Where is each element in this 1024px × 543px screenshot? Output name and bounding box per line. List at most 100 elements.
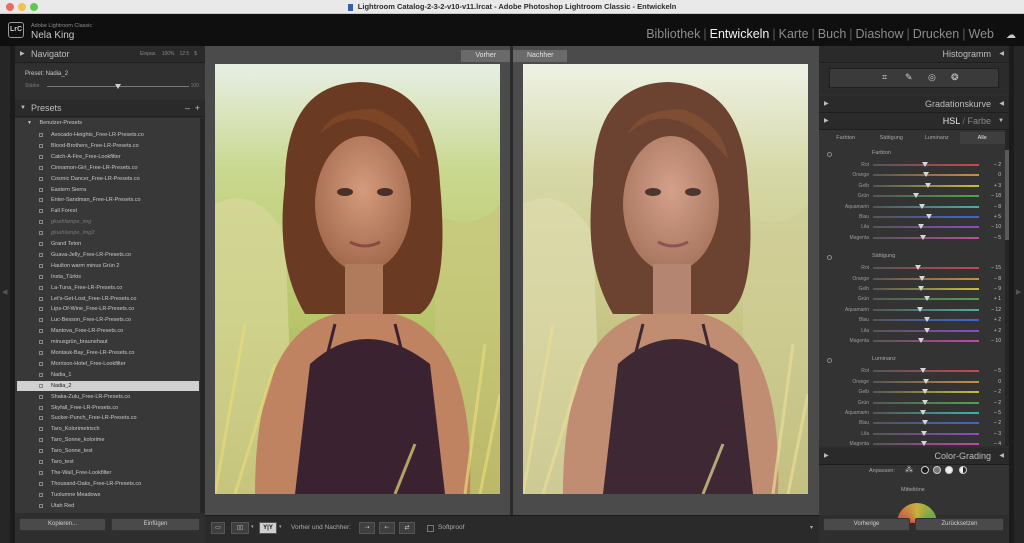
hsl-slider-thumb[interactable]: [924, 317, 931, 323]
module-buch[interactable]: Buch: [816, 27, 849, 41]
right-panel-scroll-thumb[interactable]: [1005, 150, 1009, 240]
preset-item[interactable]: Enter-Sandman_Free-LR-Presets.co: [17, 195, 199, 205]
hsl-slider-track[interactable]: [873, 441, 979, 447]
masking-tool-icon[interactable]: ❂: [951, 72, 959, 83]
preset-item[interactable]: Nadia_2: [17, 380, 199, 391]
before-after-view-button[interactable]: ▯▯: [231, 522, 249, 534]
preset-item[interactable]: Fall Forest: [17, 206, 199, 216]
zoom-window-button[interactable]: [30, 3, 38, 11]
preset-item[interactable]: Grand Teton: [17, 239, 199, 249]
right-panel-toggle[interactable]: ▶: [1014, 46, 1024, 543]
hsl-tab-luminanz[interactable]: Luminanz: [914, 132, 960, 144]
hsl-slider-value[interactable]: + 2: [985, 326, 1001, 336]
hsl-slider-track[interactable]: [873, 172, 979, 178]
preset-item[interactable]: Skyfall_Free-LR-Presets.co: [17, 403, 199, 413]
reset-button[interactable]: Zurücksetzen: [915, 518, 1004, 531]
after-photo[interactable]: [523, 64, 808, 494]
hsl-slider-value[interactable]: – 10: [985, 222, 1001, 232]
preset-item[interactable]: Taro_Sonne_kolorime: [17, 435, 199, 445]
hsl-header[interactable]: ▶ HSL / Farbe ▼: [819, 113, 1009, 130]
hsl-slider-value[interactable]: – 5: [985, 408, 1001, 418]
plus-icon[interactable]: +: [195, 100, 200, 117]
preset-item[interactable]: Tuolumne Meadows: [17, 490, 199, 500]
preset-item[interactable]: Shaka-Zulu_Free-LR-Presets.co: [17, 392, 199, 402]
minimize-window-button[interactable]: [18, 3, 26, 11]
navigator-header[interactable]: ▶ Navigator Einpas. 100% 12.5 $: [15, 46, 205, 63]
crop-tool-icon[interactable]: ⌗: [882, 72, 887, 83]
hsl-slider-thumb[interactable]: [923, 172, 929, 178]
hsl-slider-value[interactable]: + 1: [985, 294, 1001, 304]
red-eye-tool-icon[interactable]: ◎: [928, 72, 936, 83]
presets-list[interactable]: ▼ Benutzer-Presets Avocado-Heights_Free-…: [15, 118, 200, 513]
preset-item[interactable]: Thousand-Oaks_Free-LR-Presets.co: [17, 479, 199, 489]
hsl-slider-value[interactable]: – 8: [985, 202, 1001, 212]
preset-item[interactable]: Taro_test: [17, 457, 199, 467]
hsl-slider-thumb[interactable]: [925, 214, 932, 219]
zoom-option[interactable]: 12.5: [179, 51, 189, 57]
preset-group[interactable]: ▼ Benutzer-Presets: [27, 120, 82, 126]
strength-slider-thumb[interactable]: [115, 84, 121, 89]
hsl-tab-farbton[interactable]: Farbton: [823, 132, 869, 144]
hsl-slider-track[interactable]: [873, 234, 979, 240]
preset-item[interactable]: Lips-Of-Wine_Free-LR-Presets.co: [17, 304, 199, 314]
previous-button[interactable]: Vorherige: [823, 518, 910, 531]
preset-item[interactable]: Utah Red: [17, 501, 199, 511]
hsl-slider-value[interactable]: 0: [985, 377, 1001, 387]
hsl-slider-thumb[interactable]: [918, 203, 925, 209]
preset-item[interactable]: Cosmic Dancer_Free-LR-Presets.co: [17, 174, 199, 184]
swap-button[interactable]: ⇄: [399, 522, 415, 534]
hsl-slider-track[interactable]: [873, 203, 979, 209]
preset-item[interactable]: Cinnamon-Girl_Free-LR-Presets.co: [17, 163, 199, 173]
hsl-slider-thumb[interactable]: [921, 389, 928, 395]
chevron-down-icon[interactable]: ▾: [279, 524, 282, 530]
chevron-down-icon[interactable]: ▾: [251, 524, 254, 530]
preset-item[interactable]: Avocado-Heights_Free-LR-Presets.co: [17, 130, 199, 140]
preset-item[interactable]: gluehlampe_img2: [17, 228, 199, 238]
hsl-slider-thumb[interactable]: [921, 430, 928, 436]
targeted-adjustment-icon[interactable]: [827, 152, 832, 157]
copy-before-to-after-button[interactable]: ⇢: [359, 522, 375, 534]
paste-settings-button[interactable]: Einfügen: [111, 518, 200, 531]
hsl-slider-thumb[interactable]: [920, 368, 927, 374]
hsl-slider-value[interactable]: – 5: [985, 233, 1001, 243]
right-panel-scrollbar[interactable]: [1005, 130, 1009, 446]
before-photo[interactable]: [215, 64, 500, 494]
hsl-tab-sättigung[interactable]: Sättigung: [869, 132, 915, 144]
module-drucken[interactable]: Drucken: [911, 27, 962, 41]
hsl-slider-track[interactable]: [873, 162, 979, 167]
zoom-option[interactable]: Einpas.: [140, 51, 157, 57]
preset-item[interactable]: Luc-Besson_Free-LR-Presets.co: [17, 315, 199, 325]
hsl-slider-thumb[interactable]: [924, 327, 931, 333]
hsl-slider-thumb[interactable]: [923, 378, 929, 384]
hsl-slider-thumb[interactable]: [915, 265, 922, 271]
hsl-slider-thumb[interactable]: [917, 338, 924, 343]
preset-item[interactable]: Taro_Sonne_test: [17, 446, 199, 456]
yy-view-button[interactable]: Y|Y: [259, 522, 277, 534]
preset-item[interactable]: The-Wall_Free-Lookfilter: [17, 468, 199, 478]
zoom-option[interactable]: $: [194, 51, 197, 57]
hsl-slider-thumb[interactable]: [920, 234, 927, 240]
hsl-slider-track[interactable]: [873, 327, 979, 333]
preset-item[interactable]: Haulton warm minus Grün 2: [17, 261, 199, 271]
hsl-slider-track[interactable]: [873, 286, 979, 291]
hsl-slider-value[interactable]: 0: [985, 170, 1001, 180]
preset-item[interactable]: Morrison-Hotel_Free-Lookfilter: [17, 359, 199, 369]
strength-slider[interactable]: [47, 84, 189, 89]
user-name[interactable]: Nela King: [31, 30, 74, 41]
hsl-slider-value[interactable]: + 3: [985, 181, 1001, 191]
global-wheel-icon[interactable]: [959, 466, 967, 474]
hsl-slider-value[interactable]: – 2: [985, 398, 1001, 408]
hsl-slider-value[interactable]: – 2: [985, 387, 1001, 397]
shadows-wheel-icon[interactable]: [921, 466, 929, 474]
hsl-slider-thumb[interactable]: [917, 224, 924, 230]
hsl-slider-value[interactable]: – 2: [985, 160, 1001, 170]
minus-icon[interactable]: –: [185, 100, 190, 117]
hsl-slider-thumb[interactable]: [924, 182, 931, 188]
hsl-slider-track[interactable]: [873, 317, 979, 323]
hsl-slider-value[interactable]: – 10: [985, 336, 1001, 346]
three-way-icon[interactable]: ⁂: [905, 465, 913, 474]
left-panel-toggle[interactable]: ◀: [0, 46, 10, 543]
hsl-slider-track[interactable]: [873, 214, 979, 219]
histogram-header[interactable]: Histogramm ◀: [819, 46, 1009, 63]
hsl-slider-value[interactable]: – 4: [985, 439, 1001, 449]
